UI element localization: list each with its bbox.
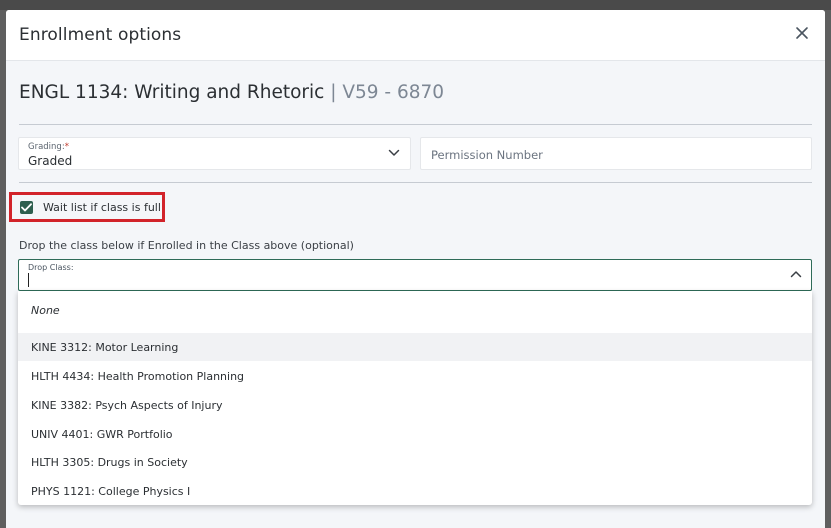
option-item[interactable]: KINE 3382: Psych Aspects of Injury [18,391,812,419]
waitlist-checkbox[interactable] [20,201,33,214]
grading-label: Grading:* [28,142,69,152]
course-section: | V59 - 6870 [330,82,445,103]
chevron-up-icon[interactable] [790,270,802,278]
grading-value: Graded [28,154,73,168]
drop-class-label: Drop Class: [28,263,74,272]
option-item[interactable]: HLTH 4434: Health Promotion Planning [18,362,812,390]
course-title: ENGL 1134: Writing and Rhetoric | V59 - … [19,82,444,103]
grading-select[interactable]: Grading:* Graded [18,137,411,170]
permission-number-input[interactable]: Permission Number [420,137,812,170]
option-item[interactable]: KINE 3312: Motor Learning [18,333,812,361]
chevron-down-icon [388,149,400,156]
drop-class-hint: Drop the class below if Enrolled in the … [19,239,354,252]
close-button[interactable] [793,24,811,42]
text-caret [28,273,29,287]
course-code-name: ENGL 1134: Writing and Rhetoric [19,82,325,103]
backdrop-strip [0,0,831,10]
option-none[interactable]: None [18,291,812,333]
dialog-title: Enrollment options [19,25,182,45]
checkmark-icon [21,203,32,212]
dialog-header: Enrollment options [6,10,825,61]
option-item[interactable]: UNIV 4401: GWR Portfolio [18,420,812,448]
required-mark: * [64,142,69,152]
divider [19,182,812,183]
waitlist-label[interactable]: Wait list if class is full [43,201,161,214]
permission-placeholder: Permission Number [431,148,543,162]
close-icon [796,27,808,39]
divider [19,124,812,125]
waitlist-highlight-box: Wait list if class is full [9,192,165,222]
drop-class-options-list: None KINE 3312: Motor Learning HLTH 4434… [18,291,812,505]
option-item[interactable]: HLTH 3305: Drugs in Society [18,448,812,476]
option-item[interactable]: PHYS 1121: College Physics I [18,477,812,505]
enrollment-options-dialog: Enrollment options ENGL 1134: Writing an… [6,10,825,528]
drop-class-combobox[interactable]: Drop Class: [18,259,812,291]
